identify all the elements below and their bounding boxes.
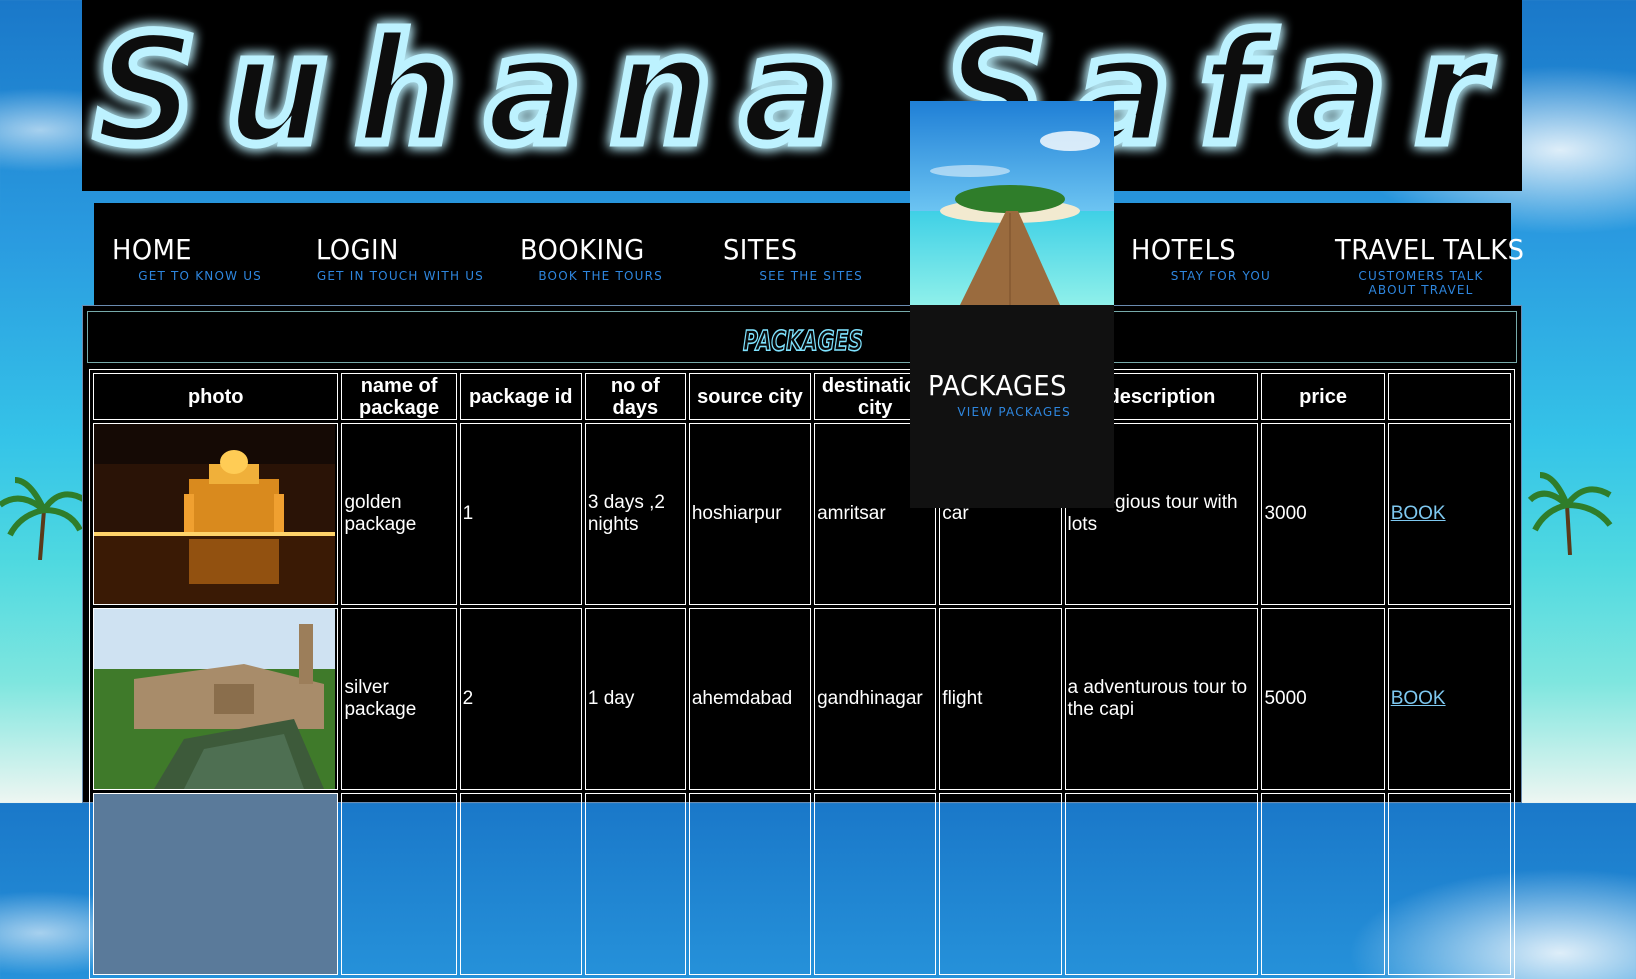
table-row: golden package 1 3 days ,2 nights hoshia… xyxy=(93,423,1511,605)
nav-sublabel: SEE THE SITES xyxy=(759,269,863,283)
package-description: a adventurous tour to the capi xyxy=(1064,608,1259,790)
packages-content: PACKAGES photo name of package package i… xyxy=(82,305,1522,979)
destination-city: gandhinagar xyxy=(814,608,937,790)
book-link[interactable]: BOOK xyxy=(1391,503,1446,524)
nav-label: TRAVEL TALKS xyxy=(1335,233,1525,266)
column-header: photo xyxy=(93,373,339,420)
site-logo[interactable]: Suhana Safar xyxy=(82,0,1522,191)
source-city: ahemdabad xyxy=(688,608,812,790)
package-name: golden package xyxy=(341,423,457,605)
table-cell xyxy=(1261,793,1385,975)
nav-item-home[interactable]: HOME GET TO KNOW US xyxy=(112,233,262,283)
photo-cell xyxy=(93,423,339,605)
packages-photo xyxy=(910,101,1114,305)
package-name: silver package xyxy=(341,608,457,790)
fort-photo xyxy=(94,609,335,789)
photo-cell xyxy=(93,608,339,790)
nav-label: BOOKING xyxy=(520,233,645,266)
column-header: no of days xyxy=(584,373,686,420)
table-cell xyxy=(341,793,457,975)
photo-placeholder xyxy=(94,794,338,974)
nav-sublabel: STAY FOR YOU xyxy=(1170,269,1271,283)
column-header: package id xyxy=(459,373,582,420)
palm-tree-decoration xyxy=(0,477,87,560)
main-nav: HOME GET TO KNOW US LOGIN GET IN TOUCH W… xyxy=(94,203,1524,305)
nav-item-travel-talks[interactable]: TRAVEL TALKS CUSTOMERS TALK ABOUT TRAVEL xyxy=(1335,233,1541,297)
nav-label: PACKAGES xyxy=(928,369,1067,402)
table-cell xyxy=(1387,793,1511,975)
nav-sublabel: GET TO KNOW US xyxy=(138,269,262,283)
table-cell xyxy=(939,793,1062,975)
table-header-row: photo name of package package id no of d… xyxy=(93,373,1511,420)
column-header: name of package xyxy=(341,373,457,420)
palm-tree-decoration xyxy=(1527,472,1613,555)
page-title: PACKAGES xyxy=(742,323,864,356)
page-title-bar: PACKAGES xyxy=(87,311,1517,363)
nav-label: HOTELS xyxy=(1131,233,1237,266)
table-cell xyxy=(814,793,937,975)
nav-item-hotels[interactable]: HOTELS STAY FOR YOU xyxy=(1131,233,1271,283)
nav-label: LOGIN xyxy=(316,233,399,266)
golden-temple-photo xyxy=(94,424,335,604)
nav-dropdown-packages[interactable]: PACKAGES VIEW PACKAGES xyxy=(910,101,1114,508)
package-days: 3 days ,2 nights xyxy=(584,423,686,605)
book-link[interactable]: BOOK xyxy=(1391,688,1446,709)
nav-sublabel: BOOK THE TOURS xyxy=(538,269,663,283)
table-cell xyxy=(584,793,686,975)
svg-text:Suhana Safar: Suhana Safar xyxy=(94,4,1514,178)
nav-sublabel: GET IN TOUCH WITH US xyxy=(316,269,484,283)
travel-mode: flight xyxy=(939,608,1062,790)
nav-label: HOME xyxy=(112,233,192,266)
package-price: 5000 xyxy=(1261,608,1385,790)
nav-item-login[interactable]: LOGIN GET IN TOUCH WITH US xyxy=(316,233,484,283)
nav-label: SITES xyxy=(723,233,798,266)
table-cell xyxy=(459,793,582,975)
book-cell: BOOK xyxy=(1387,608,1511,790)
table-cell xyxy=(688,793,812,975)
column-header xyxy=(1387,373,1511,420)
column-header: source city xyxy=(688,373,812,420)
nav-item-sites[interactable]: SITES SEE THE SITES xyxy=(723,233,863,283)
package-id: 1 xyxy=(459,423,582,605)
table-row xyxy=(93,793,1511,975)
nav-sublabel: VIEW PACKAGES xyxy=(957,405,1071,419)
svg-text:PACKAGES: PACKAGES xyxy=(743,324,863,356)
column-header: price xyxy=(1261,373,1385,420)
table-cell xyxy=(1064,793,1259,975)
source-city: hoshiarpur xyxy=(688,423,812,605)
nav-sublabel: CUSTOMERS TALK ABOUT TRAVEL xyxy=(1358,269,1484,297)
package-id: 2 xyxy=(459,608,582,790)
package-price: 3000 xyxy=(1261,423,1385,605)
package-days: 1 day xyxy=(584,608,686,790)
table-row: silver package 2 1 day ahemdabad gandhin… xyxy=(93,608,1511,790)
book-cell: BOOK xyxy=(1387,423,1511,605)
site-banner: Suhana Safar xyxy=(82,0,1522,191)
nav-item-packages[interactable]: PACKAGES VIEW PACKAGES xyxy=(928,369,1079,419)
photo-cell xyxy=(93,793,339,975)
packages-table: photo name of package package id no of d… xyxy=(89,369,1515,979)
nav-item-booking[interactable]: BOOKING BOOK THE TOURS xyxy=(520,233,663,283)
